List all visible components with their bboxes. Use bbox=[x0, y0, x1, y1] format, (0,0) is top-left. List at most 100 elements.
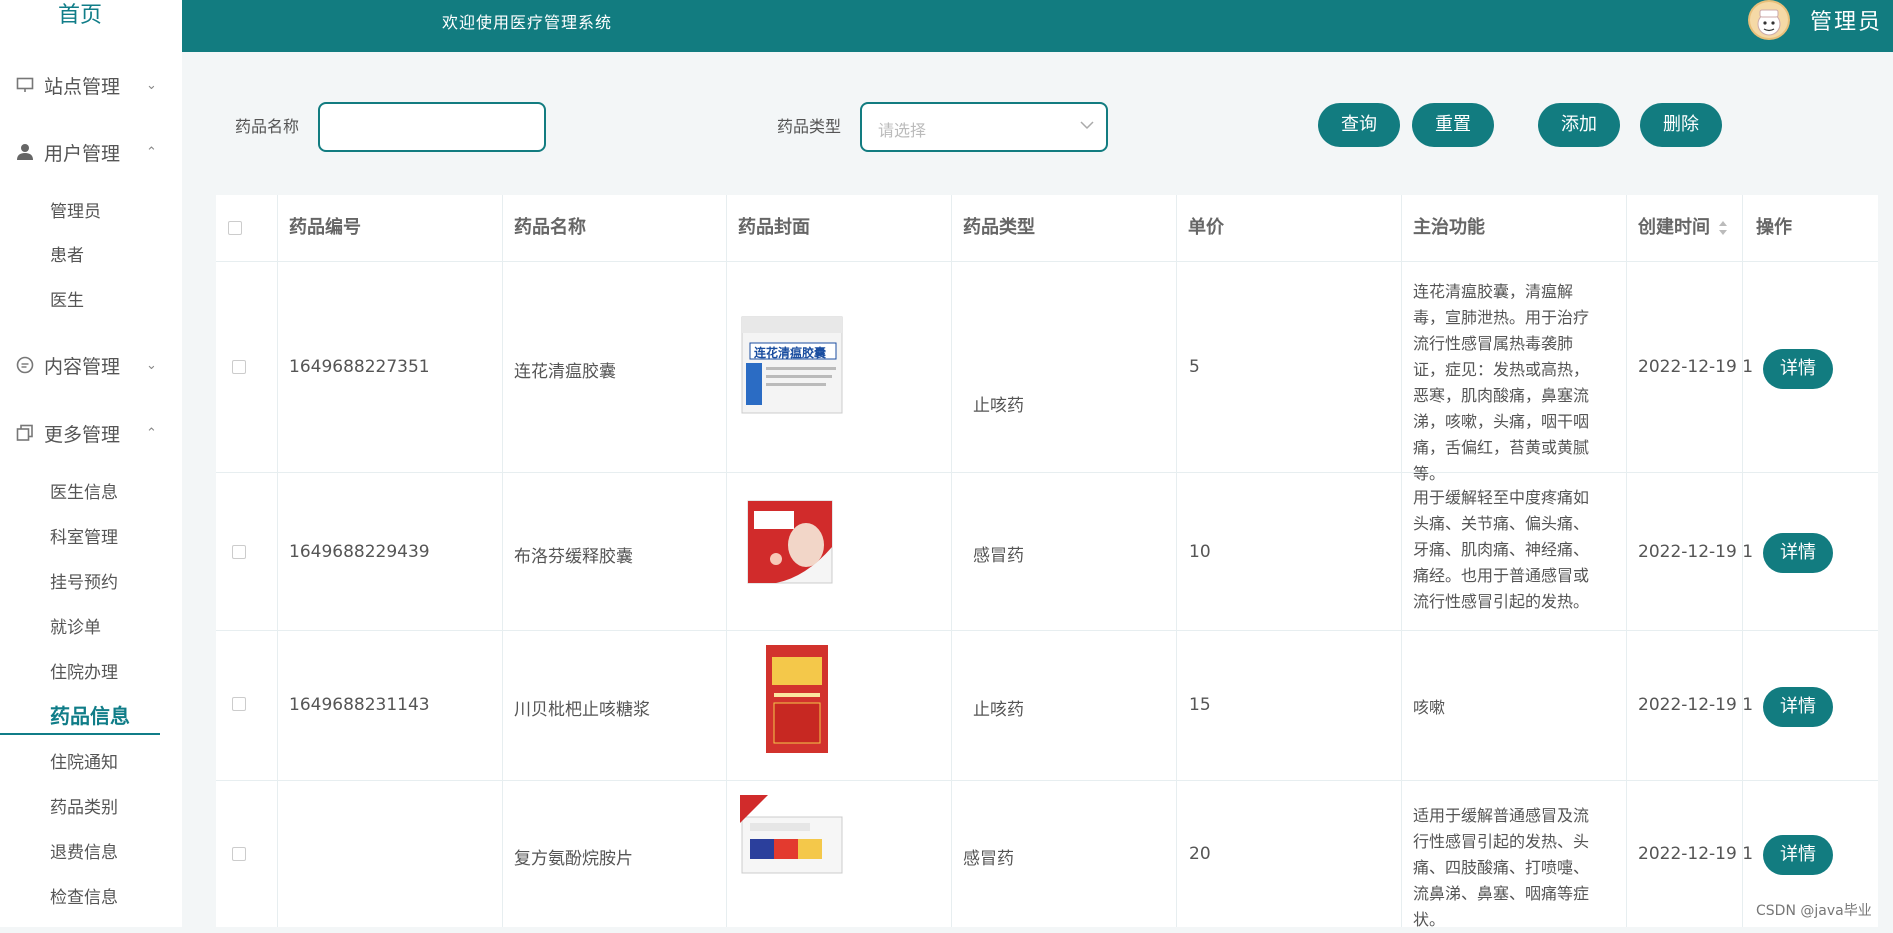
row-drug-id: 1649688229439 bbox=[289, 542, 430, 562]
column-divider bbox=[1626, 195, 1627, 927]
row-drug-id: 1649688231143 bbox=[289, 695, 430, 715]
row-function: 适用于缓解普通感冒及流行性感冒引起的发热、头痛、四肢酸痛、打喷嚏、流鼻涕、鼻塞、… bbox=[1413, 806, 1590, 929]
row-drug-name: 布洛芬缓释胶囊 bbox=[514, 547, 633, 567]
drug-table: 药品编号 药品名称 药品封面 药品类型 单价 主治功能 创建时间 操作 1649… bbox=[216, 195, 1878, 929]
column-divider bbox=[951, 195, 952, 927]
row-drug-id: 1649688227351 bbox=[289, 357, 430, 377]
row-drug-type: 感冒药 bbox=[963, 849, 1014, 869]
avatar[interactable] bbox=[1748, 0, 1790, 40]
sidebar-item-doctor[interactable]: 医生 bbox=[50, 286, 84, 311]
sidebar-item-hospital-notice[interactable]: 住院通知 bbox=[50, 748, 118, 773]
column-divider bbox=[1401, 195, 1402, 927]
drug-type-placeholder: 请选择 bbox=[878, 121, 927, 140]
sidebar-item-doctor-info[interactable]: 医生信息 bbox=[50, 478, 118, 503]
row-divider bbox=[216, 780, 1878, 781]
sidebar: 首页 站点管理 ⌄ 用户管理 ⌃ 管理员 患者 医生 内容管理 ⌄ 更多管理 ⌃… bbox=[0, 0, 182, 927]
row-drug-type: 感冒药 bbox=[973, 546, 1024, 566]
menu-group-label: 内容管理 bbox=[44, 355, 121, 378]
sidebar-item-drug-info[interactable]: 药品信息 bbox=[50, 700, 130, 729]
drug-type-select[interactable]: 请选择 bbox=[860, 102, 1108, 152]
query-button[interactable]: 查询 bbox=[1318, 103, 1400, 147]
header-drug-id: 药品编号 bbox=[289, 217, 361, 238]
watermark: CSDN @java毕业 bbox=[1756, 903, 1872, 919]
column-divider bbox=[277, 195, 278, 927]
header-price: 单价 bbox=[1188, 217, 1224, 238]
sidebar-item-admin[interactable]: 管理员 bbox=[50, 197, 101, 222]
drug-cover-image: 连花清瘟胶囊 bbox=[740, 313, 844, 417]
sidebar-item-visit[interactable]: 就诊单 bbox=[50, 613, 101, 638]
row-divider bbox=[216, 472, 1878, 473]
welcome-text: 欢迎使用医疗管理系统 bbox=[442, 13, 613, 32]
row-drug-name: 川贝枇杷止咳糖浆 bbox=[514, 700, 650, 720]
row-drug-name: 连花清瘟胶囊 bbox=[514, 362, 616, 382]
sidebar-item-hospitalization[interactable]: 住院办理 bbox=[50, 658, 118, 683]
sidebar-item-department[interactable]: 科室管理 bbox=[50, 523, 118, 548]
detail-button[interactable]: 详情 bbox=[1763, 835, 1833, 875]
drug-cover-image bbox=[746, 497, 850, 601]
menu-group-label: 更多管理 bbox=[44, 423, 121, 446]
header-function: 主治功能 bbox=[1413, 217, 1485, 238]
row-drug-name: 复方氨酚烷胺片 bbox=[514, 849, 633, 869]
cover-text: 连花清瘟胶囊 bbox=[754, 346, 827, 360]
chevron-down-icon bbox=[1080, 118, 1094, 134]
drug-cover-image bbox=[762, 643, 866, 753]
user-icon bbox=[14, 143, 36, 161]
row-divider bbox=[216, 261, 1878, 262]
row-price: 15 bbox=[1189, 695, 1211, 715]
row-checkbox[interactable] bbox=[232, 847, 246, 861]
chevron-down-icon: ⌄ bbox=[146, 357, 157, 373]
monitor-icon bbox=[14, 77, 36, 93]
row-checkbox[interactable] bbox=[232, 697, 246, 711]
sidebar-item-appointment[interactable]: 挂号预约 bbox=[50, 568, 118, 593]
top-bar: 欢迎使用医疗管理系统 管理员 bbox=[182, 0, 1893, 52]
active-indicator bbox=[0, 733, 160, 735]
header-drug-name: 药品名称 bbox=[514, 217, 586, 238]
menu-group-label: 站点管理 bbox=[44, 75, 121, 98]
reset-button[interactable]: 重置 bbox=[1412, 103, 1494, 147]
column-divider bbox=[1176, 195, 1177, 927]
header-drug-type: 药品类型 bbox=[963, 217, 1035, 238]
sidebar-item-drug-category[interactable]: 药品类别 bbox=[50, 793, 118, 818]
row-checkbox[interactable] bbox=[232, 360, 246, 374]
sidebar-item-exam[interactable]: 检查信息 bbox=[50, 883, 118, 908]
row-checkbox[interactable] bbox=[232, 545, 246, 559]
add-button[interactable]: 添加 bbox=[1538, 103, 1620, 147]
row-drug-type: 止咳药 bbox=[973, 700, 1024, 720]
chevron-down-icon: ⌄ bbox=[146, 77, 157, 93]
header-actions: 操作 bbox=[1756, 217, 1792, 238]
column-divider bbox=[502, 195, 503, 927]
row-function: 连花清瘟胶囊，清瘟解毒，宣肺泄热。用于治疗流行性感冒属热毒袭肺证，症见：发热或高… bbox=[1413, 282, 1590, 483]
menu-group-site[interactable]: 站点管理 ⌄ bbox=[0, 65, 182, 105]
header-created[interactable]: 创建时间 bbox=[1638, 195, 1710, 261]
row-created: 2022-12-19 1 bbox=[1638, 844, 1754, 864]
sidebar-item-patient[interactable]: 患者 bbox=[50, 241, 84, 266]
menu-group-content[interactable]: 内容管理 ⌄ bbox=[0, 345, 182, 385]
chevron-up-icon: ⌃ bbox=[146, 425, 157, 441]
admin-name[interactable]: 管理员 bbox=[1810, 4, 1882, 36]
row-drug-type: 止咳药 bbox=[973, 396, 1024, 416]
row-price: 10 bbox=[1189, 542, 1211, 562]
detail-button[interactable]: 详情 bbox=[1763, 349, 1833, 389]
delete-button[interactable]: 删除 bbox=[1640, 103, 1722, 147]
detail-button[interactable]: 详情 bbox=[1763, 687, 1833, 727]
chevron-up-icon: ⌃ bbox=[146, 144, 157, 160]
row-function: 咳嗽 bbox=[1413, 698, 1446, 717]
home-link[interactable]: 首页 bbox=[0, 0, 160, 36]
select-all-checkbox[interactable] bbox=[228, 221, 242, 235]
menu-group-user[interactable]: 用户管理 ⌃ bbox=[0, 132, 182, 172]
menu-group-label: 用户管理 bbox=[44, 142, 121, 165]
row-price: 5 bbox=[1189, 357, 1200, 377]
chat-icon bbox=[14, 356, 36, 374]
drug-name-input[interactable] bbox=[318, 102, 546, 152]
row-created: 2022-12-19 1 bbox=[1638, 695, 1754, 715]
sort-icon[interactable] bbox=[1718, 220, 1728, 240]
row-divider bbox=[216, 630, 1878, 631]
column-divider bbox=[726, 195, 727, 927]
menu-group-more[interactable]: 更多管理 ⌃ bbox=[0, 413, 182, 453]
row-created: 2022-12-19 1 bbox=[1638, 357, 1754, 377]
row-created: 2022-12-19 1 bbox=[1638, 542, 1754, 562]
drug-name-label: 药品名称 bbox=[235, 117, 300, 136]
sidebar-item-refund[interactable]: 退费信息 bbox=[50, 838, 118, 863]
row-function: 用于缓解轻至中度疼痛如头痛、关节痛、偏头痛、牙痛、肌肉痛、神经痛、痛经。也用于普… bbox=[1413, 488, 1590, 611]
detail-button[interactable]: 详情 bbox=[1763, 533, 1833, 573]
